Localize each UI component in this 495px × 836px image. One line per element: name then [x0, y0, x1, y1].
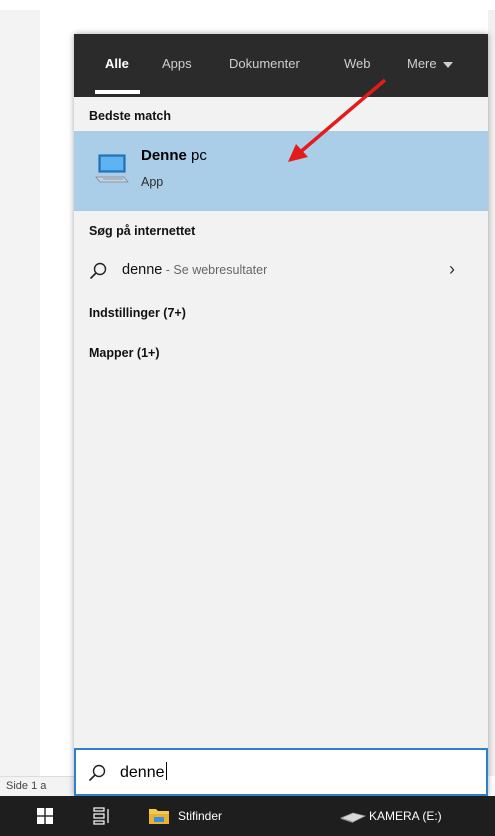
folders-category[interactable]: Mapper (1+)	[89, 346, 160, 360]
document-scrollbar[interactable]	[488, 10, 495, 776]
web-search-result[interactable]: denne - Se webresultater ›	[74, 256, 488, 286]
best-match-title: Denne pc	[141, 147, 207, 164]
taskbar-camera-drive[interactable]: KAMERA (E:)	[335, 796, 465, 836]
file-explorer-icon	[149, 809, 169, 824]
taskbar-file-explorer[interactable]: Stifinder	[140, 796, 260, 836]
document-margin	[0, 0, 40, 796]
task-view-icon	[93, 807, 109, 825]
document-top-strip	[0, 0, 495, 10]
caret-down-icon	[442, 61, 453, 68]
tab-documents[interactable]: Dokumenter	[229, 56, 300, 71]
tab-apps[interactable]: Apps	[162, 56, 192, 71]
computer-icon	[95, 154, 129, 183]
text-cursor	[165, 762, 167, 780]
tab-more[interactable]: Mere	[407, 56, 453, 71]
page-indicator: Side 1 a	[6, 780, 47, 792]
document-status-bar: Side 1 a	[0, 776, 80, 796]
web-search-heading: Søg på internettet	[89, 224, 196, 238]
best-match-title-rest: pc	[186, 147, 207, 164]
search-panel: Alle Apps Dokumenter Web Mere Bedste mat…	[74, 34, 488, 796]
taskbar-camera-drive-label: KAMERA (E:)	[369, 809, 442, 823]
best-match-subtitle: App	[141, 175, 164, 189]
web-query-hint: - Se webresultater	[162, 263, 268, 277]
best-match-heading: Bedste match	[89, 109, 171, 123]
tab-web[interactable]: Web	[344, 56, 371, 71]
start-button[interactable]	[30, 796, 60, 836]
search-input[interactable]: denne	[74, 748, 488, 796]
search-input-value: denne	[120, 762, 167, 782]
best-match-title-bold: Denne	[141, 147, 187, 164]
active-tab-indicator	[95, 90, 140, 94]
web-query-text: denne	[122, 262, 163, 278]
taskbar: Stifinder KAMERA (E:)	[0, 796, 495, 836]
search-icon	[88, 764, 106, 782]
web-search-query: denne - Se webresultater	[122, 262, 267, 278]
drive-icon	[339, 812, 367, 823]
search-tabs: Alle Apps Dokumenter Web Mere	[74, 34, 488, 97]
settings-category[interactable]: Indstillinger (7+)	[89, 306, 186, 320]
chevron-right-icon[interactable]: ›	[449, 259, 455, 280]
search-icon	[89, 262, 107, 280]
search-query-text: denne	[120, 764, 165, 781]
windows-start-icon	[37, 808, 53, 824]
tab-more-label: Mere	[407, 56, 437, 71]
taskbar-file-explorer-label: Stifinder	[178, 809, 223, 823]
tab-all[interactable]: Alle	[105, 56, 129, 71]
task-view-button[interactable]	[85, 796, 119, 836]
best-match-result[interactable]: Denne pc App	[74, 131, 488, 211]
